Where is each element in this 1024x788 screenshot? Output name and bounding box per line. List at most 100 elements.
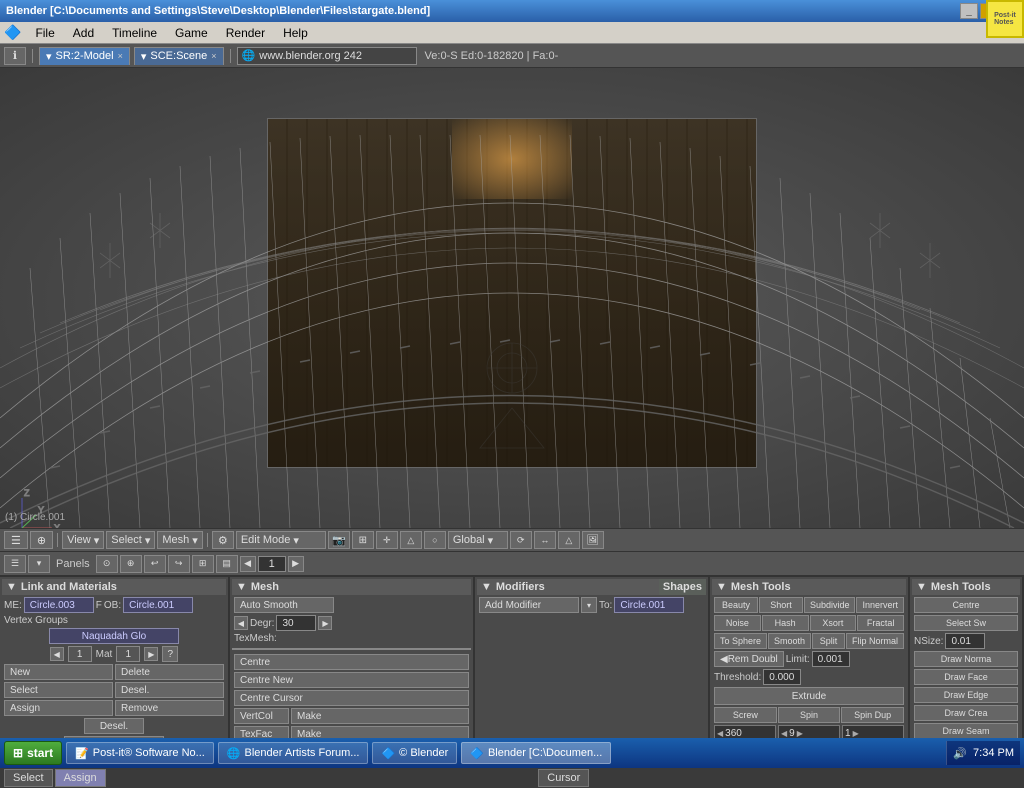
tab-sr2-close[interactable]: × [118, 51, 123, 61]
to-sphere-btn[interactable]: To Sphere [714, 633, 767, 649]
viewport[interactable]: Z X Y (1) Circle.001 [0, 68, 1024, 528]
xsort-btn[interactable]: Xsort [810, 615, 857, 631]
vt-editmode-dropdown[interactable]: Edit Mode ▾ [236, 531, 326, 549]
degr-left-btn[interactable]: ◀ [234, 616, 248, 630]
desel2-btn[interactable]: Desel. [84, 718, 144, 734]
menu-timeline[interactable]: Timeline [104, 24, 165, 42]
taskbar-postit[interactable]: 📝 Post-it® Software No... [66, 742, 214, 764]
panels-btn2[interactable]: ⊕ [120, 555, 142, 573]
panels-btn5[interactable]: ⊞ [192, 555, 214, 573]
menu-help[interactable]: Help [275, 24, 316, 42]
vt-grid-icon[interactable]: ⊞ [352, 531, 374, 549]
noise-btn[interactable]: Noise [714, 615, 761, 631]
panels-btn1[interactable]: ⊙ [96, 555, 118, 573]
mat-arrow-right[interactable]: ▶ [144, 647, 158, 661]
tab-sce-close[interactable]: × [211, 51, 216, 61]
page-next-button[interactable]: ▶ [288, 556, 304, 572]
rem-doubl-btn[interactable]: ◀ Rem Doubl [714, 651, 784, 667]
start-button[interactable]: ⊞ start [4, 741, 62, 765]
menu-add[interactable]: Add [65, 24, 102, 42]
screw-btn[interactable]: Screw [714, 707, 777, 723]
vt-select-dropdown[interactable]: Select ▾ [106, 531, 155, 549]
mat-new-btn[interactable]: New [4, 664, 113, 680]
limit-value[interactable]: 0.001 [812, 651, 850, 667]
taskbar-blender1[interactable]: 🔷 © Blender [372, 742, 457, 764]
vt-icon-btn2[interactable]: ⊕ [30, 531, 53, 549]
vt-global-dropdown[interactable]: Global ▾ [448, 531, 508, 549]
panels-arrow[interactable]: ▾ [28, 555, 50, 573]
panels-btn3[interactable]: ↩ [144, 555, 166, 573]
auto-smooth-btn[interactable]: Auto Smooth [234, 597, 334, 613]
vt-magnet-icon[interactable]: △ [400, 531, 422, 549]
draw-seam-btn[interactable]: Draw Seam [914, 723, 1018, 739]
draw-crea-btn[interactable]: Draw Crea [914, 705, 1018, 721]
draw-edge-btn[interactable]: Draw Edge [914, 687, 1018, 703]
panel-link-header[interactable]: ▼ Link and Materials [2, 579, 226, 595]
degr-value[interactable]: 30 [276, 615, 316, 631]
fractal-btn[interactable]: Fractal [857, 615, 904, 631]
subdivide-btn[interactable]: Subdivide [804, 597, 856, 613]
desel-btn[interactable]: Desel. [115, 682, 224, 698]
centre-new-btn[interactable]: Centre New [234, 672, 469, 688]
make1-btn[interactable]: Make [291, 708, 469, 724]
vt-move-icon[interactable]: ↔ [534, 531, 556, 549]
short-btn[interactable]: Short [759, 597, 803, 613]
mat-arrow-left[interactable]: ◀ [50, 647, 64, 661]
panel-mt2-header[interactable]: ▼ Mesh Tools [912, 579, 1020, 595]
draw-norma-btn[interactable]: Draw Norma [914, 651, 1018, 667]
vt-icon-btn[interactable]: ☰ [4, 531, 28, 549]
extrude-btn[interactable]: Extrude [714, 687, 904, 705]
add-modifier-btn[interactable]: Add Modifier [479, 597, 579, 613]
minimize-button[interactable]: _ [960, 3, 978, 19]
vertcol-btn[interactable]: VertCol [234, 708, 289, 724]
spin-btn[interactable]: Spin [778, 707, 841, 723]
select-btn[interactable]: Select [4, 682, 113, 698]
vt-mesh-dropdown[interactable]: Mesh ▾ [157, 531, 202, 549]
vt-rotate-icon[interactable]: ⟳ [510, 531, 532, 549]
menu-render[interactable]: Render [218, 24, 273, 42]
remove-btn[interactable]: Remove [115, 700, 224, 716]
mat-name-btn[interactable]: Naquadah Glo [49, 628, 179, 644]
panel-modifiers-header[interactable]: ▼ Modifiers [477, 579, 659, 595]
page-prev-button[interactable]: ◀ [240, 556, 256, 572]
status-cursor-btn[interactable]: Cursor [538, 769, 589, 787]
vt-image-icon[interactable]: 🖼 [582, 531, 604, 549]
threshold-value[interactable]: 0.000 [763, 669, 801, 685]
beauty-btn[interactable]: Beauty [714, 597, 758, 613]
panels-icon[interactable]: ☰ [4, 555, 26, 573]
centre-cursor-btn[interactable]: Centre Cursor [234, 690, 469, 706]
draw-face-btn[interactable]: Draw Face [914, 669, 1018, 685]
vt-view-dropdown[interactable]: View ▾ [62, 531, 104, 549]
panels-btn6[interactable]: ▤ [216, 555, 238, 573]
panels-btn4[interactable]: ↪ [168, 555, 190, 573]
taskbar-blender2[interactable]: 🔷 Blender [C:\Documen... [461, 742, 611, 764]
spin-dup-btn[interactable]: Spin Dup [841, 707, 904, 723]
smooth-btn[interactable]: Smooth [768, 633, 811, 649]
select-sw-btn[interactable]: Select Sw [914, 615, 1018, 631]
to-value-btn[interactable]: Circle.001 [614, 597, 684, 613]
assign-btn[interactable]: Assign [4, 700, 113, 716]
menu-game[interactable]: Game [167, 24, 216, 42]
info-icon[interactable]: ℹ [4, 47, 26, 65]
status-assign-btn[interactable]: Assign [55, 769, 106, 787]
panel-mesh-tools-header[interactable]: ▼ Mesh Tools [712, 579, 906, 595]
menu-file[interactable]: File [27, 24, 62, 42]
flip-normal-btn[interactable]: Flip Normal [846, 633, 904, 649]
degr-right-btn[interactable]: ▶ [318, 616, 332, 630]
mat-delete-btn[interactable]: Delete [115, 664, 224, 680]
centre-btn[interactable]: Centre [234, 654, 469, 670]
mt2-centre-btn[interactable]: Centre [914, 597, 1018, 613]
vt-tri-icon[interactable]: △ [558, 531, 580, 549]
taskbar-blender-artists[interactable]: 🌐 Blender Artists Forum... [218, 742, 369, 764]
panel-mesh-header[interactable]: ▼ Mesh [232, 579, 471, 595]
hash-btn[interactable]: Hash [762, 615, 809, 631]
vt-camera-icon[interactable]: 📷 [328, 531, 350, 549]
tab-sce-scene[interactable]: ▾ SCE:Scene × [134, 47, 224, 65]
me-value-btn[interactable]: Circle.003 [24, 597, 94, 613]
mat-question-btn[interactable]: ? [162, 646, 178, 662]
nsize-value[interactable]: 0.01 [945, 633, 985, 649]
vt-icon3[interactable]: ⚙ [212, 531, 234, 549]
mod-arrow-btn[interactable]: ▾ [581, 597, 597, 613]
split-btn[interactable]: Split [812, 633, 845, 649]
tab-sr2-model[interactable]: ▾ SR:2-Model × [39, 47, 130, 65]
